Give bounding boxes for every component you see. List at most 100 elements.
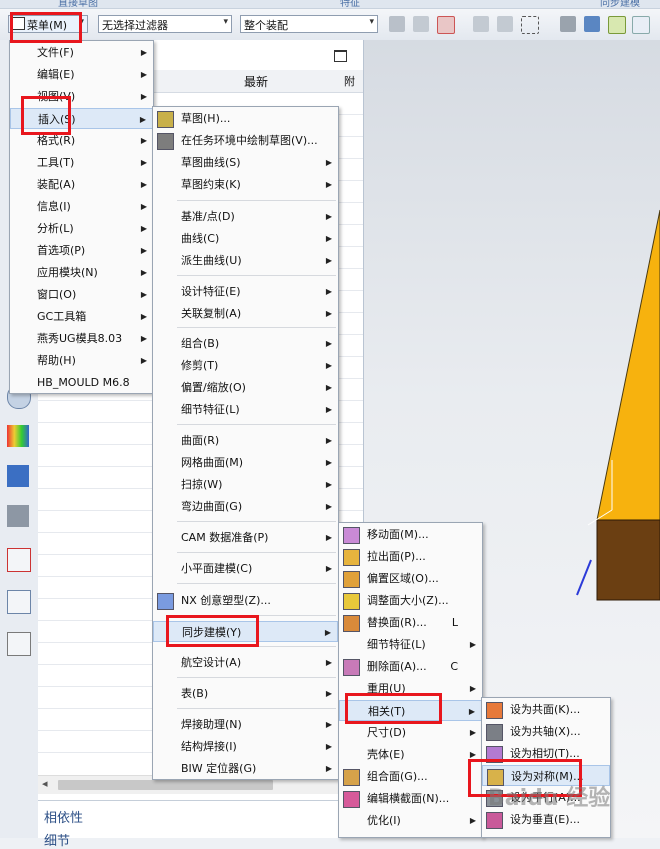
select-edge-icon[interactable]: [413, 16, 429, 32]
related-menu-item[interactable]: 设为相切(T)...: [482, 743, 610, 764]
rectangle-select-icon[interactable]: [521, 16, 539, 34]
main-menu-item[interactable]: 燕秀UG模具8.03 ▶: [10, 328, 153, 349]
submenu-arrow-icon: ▶: [325, 383, 332, 392]
main-menu-item[interactable]: 首选项(P) ▶: [10, 240, 153, 261]
related-menu-item[interactable]: 设为垂直(E)...: [482, 809, 610, 830]
sync-menu-item[interactable]: 壳体(E) ▶: [339, 744, 482, 765]
main-menu-item[interactable]: 视图(V) ▶: [10, 86, 153, 107]
point-snap-icon[interactable]: [437, 16, 455, 34]
ribbon-group-sync[interactable]: 同步建模: [600, 0, 640, 9]
selection-filter-dropdown[interactable]: 无选择过滤器 ▾: [98, 15, 232, 33]
scroll-left-icon[interactable]: ◂: [42, 777, 48, 790]
main-menu-item[interactable]: 格式(R) ▶: [10, 130, 153, 151]
related-menu-item[interactable]: 设为共轴(X)...: [482, 721, 610, 742]
analysis-icon[interactable]: [7, 425, 29, 447]
main-menu-item[interactable]: 工具(T) ▶: [10, 152, 153, 173]
main-menu-item[interactable]: 帮助(H) ▶: [10, 350, 153, 371]
snap-icon[interactable]: [389, 16, 405, 32]
sync-menu-item[interactable]: 细节特征(L) ▶: [339, 634, 482, 655]
assembly-scope-value: 整个装配: [244, 19, 288, 32]
curve-rule-icon[interactable]: [473, 16, 489, 32]
sync-menu-item[interactable]: 尺寸(D) ▶: [339, 722, 482, 743]
insert-menu-item[interactable]: 同步建模(Y) ▶: [153, 621, 338, 642]
history-icon[interactable]: [7, 548, 31, 572]
details-panel-title[interactable]: 细节: [44, 830, 70, 849]
insert-menu-item[interactable]: 曲面(R) ▶: [153, 430, 338, 451]
insert-menu-item-label: 网格曲面(M): [181, 456, 244, 469]
insert-menu-item[interactable]: 细节特征(L) ▶: [153, 399, 338, 420]
main-menu-item[interactable]: HB_MOULD M6.8: [10, 372, 153, 393]
assembly-scope-dropdown[interactable]: 整个装配 ▾: [240, 15, 378, 33]
insert-menu-item[interactable]: 焊接助理(N) ▶: [153, 714, 338, 735]
ribbon-group-sketch[interactable]: 直接草图: [58, 0, 98, 9]
insert-menu-item[interactable]: 结构焊接(I) ▶: [153, 736, 338, 757]
insert-menu-item[interactable]: CAM 数据准备(P) ▶: [153, 527, 338, 548]
insert-menu-item[interactable]: 设计特征(E) ▶: [153, 281, 338, 302]
sync-menu-item[interactable]: 重用(U) ▶: [339, 678, 482, 699]
sync-menu-item-label: 移动面(M)...: [367, 528, 429, 541]
web-browser-icon[interactable]: [7, 590, 31, 614]
insert-menu-item[interactable]: NX 创意塑型(Z)...: [153, 590, 338, 611]
column-attached[interactable]: 附: [344, 73, 355, 89]
sync-menu-item[interactable]: 删除面(A)... C: [339, 656, 482, 677]
main-menu-item[interactable]: 信息(I) ▶: [10, 196, 153, 217]
insert-menu-item[interactable]: 关联复制(A) ▶: [153, 303, 338, 324]
sync-menu-item[interactable]: 移动面(M)...: [339, 524, 482, 545]
insert-menu-item[interactable]: 扫掠(W) ▶: [153, 474, 338, 495]
insert-menu-item[interactable]: BIW 定位器(G) ▶: [153, 758, 338, 779]
column-latest[interactable]: 最新: [244, 73, 268, 90]
sync-menu-item[interactable]: 偏置区域(O)...: [339, 568, 482, 589]
menu-button[interactable]: 菜单(M) ▾: [8, 15, 88, 33]
maximize-icon[interactable]: [334, 50, 347, 62]
insert-menu-item[interactable]: 草图曲线(S) ▶: [153, 152, 338, 173]
line-tool-icon[interactable]: [632, 16, 650, 34]
solid-body-icon[interactable]: [584, 16, 600, 32]
insert-menu-item[interactable]: 表(B) ▶: [153, 683, 338, 704]
delete-face-icon: [343, 659, 360, 676]
main-menu-item[interactable]: 应用模块(N) ▶: [10, 262, 153, 283]
perpendicular-icon: [486, 812, 503, 829]
submenu-arrow-icon: ▶: [469, 684, 476, 693]
main-menu-item[interactable]: 文件(F) ▶: [10, 42, 153, 63]
sketch-task-icon: [157, 133, 174, 150]
face-rule-icon[interactable]: [497, 16, 513, 32]
insert-menu-item[interactable]: 偏置/缩放(O) ▶: [153, 377, 338, 398]
main-menu-item[interactable]: 分析(L) ▶: [10, 218, 153, 239]
sync-menu-item[interactable]: 替换面(R)... L: [339, 612, 482, 633]
offset-region-icon: [343, 571, 360, 588]
sync-menu-item[interactable]: 相关(T) ▶: [339, 700, 482, 721]
related-menu-item[interactable]: 设为共面(K)...: [482, 699, 610, 720]
main-menu-item[interactable]: 编辑(E) ▶: [10, 64, 153, 85]
palette-icon[interactable]: [7, 632, 31, 656]
role-icon[interactable]: [7, 505, 29, 527]
insert-menu-item[interactable]: 派生曲线(U) ▶: [153, 250, 338, 271]
sketch-icon: [157, 111, 174, 128]
insert-menu-item[interactable]: 修剪(T) ▶: [153, 355, 338, 376]
sync-menu-item[interactable]: 拉出面(P)...: [339, 546, 482, 567]
main-menu-item[interactable]: 装配(A) ▶: [10, 174, 153, 195]
reuse-library-icon[interactable]: [7, 465, 29, 487]
insert-menu-item[interactable]: 草图约束(K) ▶: [153, 174, 338, 195]
sync-menu-item[interactable]: 优化(I) ▶: [339, 810, 482, 831]
ribbon-group-feature[interactable]: 特征: [340, 0, 360, 9]
scrollbar-thumb[interactable]: [58, 780, 273, 790]
main-menu-item[interactable]: 插入(S) ▶: [10, 108, 153, 129]
main-menu-item[interactable]: 窗口(O) ▶: [10, 284, 153, 305]
insert-menu-item-label: 修剪(T): [181, 359, 219, 372]
insert-menu-item[interactable]: 小平面建模(C) ▶: [153, 558, 338, 579]
insert-menu-item[interactable]: 组合(B) ▶: [153, 333, 338, 354]
insert-menu-item[interactable]: 基准/点(D) ▶: [153, 206, 338, 227]
insert-menu-item[interactable]: 航空设计(A) ▶: [153, 652, 338, 673]
sync-menu-item[interactable]: 调整面大小(Z)...: [339, 590, 482, 611]
sync-menu-item[interactable]: 编辑横截面(N)...: [339, 788, 482, 809]
insert-menu-item[interactable]: 曲线(C) ▶: [153, 228, 338, 249]
insert-menu-item[interactable]: 草图(H)...: [153, 108, 338, 129]
snap-points-icon[interactable]: [608, 16, 626, 34]
insert-menu-item[interactable]: 在任务环境中绘制草图(V)...: [153, 130, 338, 151]
insert-menu-item[interactable]: 网格曲面(M) ▶: [153, 452, 338, 473]
insert-menu-item[interactable]: 弯边曲面(G) ▶: [153, 496, 338, 517]
sync-menu-item[interactable]: 组合面(G)...: [339, 766, 482, 787]
main-menu-item[interactable]: GC工具箱 ▶: [10, 306, 153, 327]
dependency-panel-title[interactable]: 相依性: [44, 807, 83, 826]
part-icon[interactable]: [560, 16, 576, 32]
